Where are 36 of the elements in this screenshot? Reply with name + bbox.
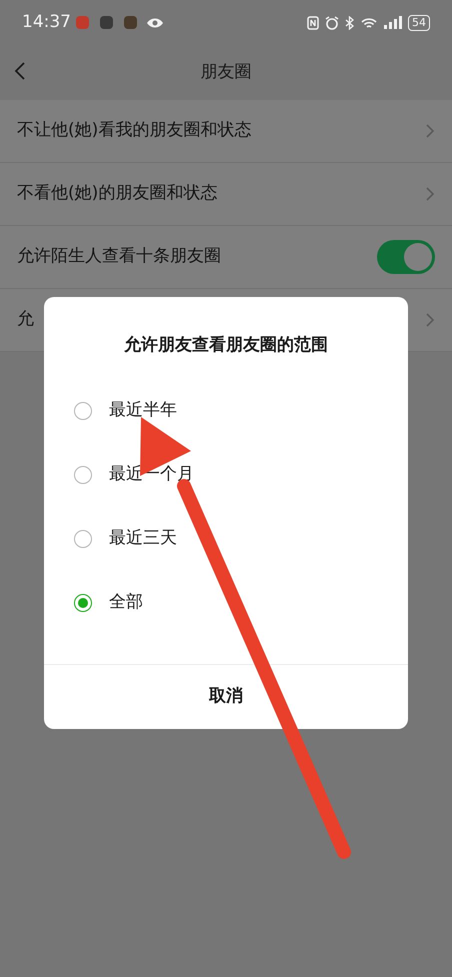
row-label: 不让他(她)看我的朋友圈和状态 [17, 119, 252, 142]
signal-icon [384, 16, 402, 29]
page-title: 朋友圈 [200, 60, 252, 84]
alarm-icon [325, 16, 339, 30]
dialog-title: 允许朋友查看朋友圈的范围 [123, 334, 329, 357]
nfc-icon [307, 16, 319, 30]
row-label: 允许陌生人查看十条朋友圈 [17, 245, 221, 268]
eye-icon [146, 16, 164, 28]
chevron-right-icon [425, 123, 435, 139]
radio-button[interactable] [74, 402, 92, 420]
chevron-right-icon [425, 186, 435, 202]
wifi-icon [360, 16, 378, 30]
settings-row[interactable]: 不让他(她)看我的朋友圈和状态 [0, 100, 452, 163]
cancel-button[interactable]: 取消 [44, 665, 408, 729]
settings-row[interactable]: 不看他(她)的朋友圈和状态 [0, 163, 452, 226]
radio-button[interactable] [74, 594, 92, 612]
radio-button[interactable] [74, 466, 92, 484]
battery-indicator: 54 [408, 14, 430, 30]
option-label: 全部 [109, 590, 143, 614]
row-label: 允 [17, 308, 34, 332]
radio-option[interactable]: 全部 [44, 570, 408, 634]
app-notification-icon [100, 16, 113, 29]
option-label: 最近半年 [109, 398, 177, 422]
option-label: 最近三天 [109, 526, 177, 550]
app-notification-icon [124, 16, 137, 29]
toggle-switch[interactable] [377, 240, 435, 274]
status-time: 14:37 [22, 10, 71, 34]
radio-option[interactable]: 最近半年 [44, 378, 408, 442]
app-notification-icon [76, 16, 89, 29]
row-label: 不看他(她)的朋友圈和状态 [17, 182, 218, 206]
bluetooth-icon [345, 16, 354, 30]
radio-button[interactable] [74, 530, 92, 548]
settings-row[interactable]: 允许陌生人查看十条朋友圈 [0, 226, 452, 289]
radio-option[interactable]: 最近三天 [44, 506, 408, 570]
back-button[interactable] [14, 61, 26, 81]
chevron-right-icon [425, 312, 435, 328]
